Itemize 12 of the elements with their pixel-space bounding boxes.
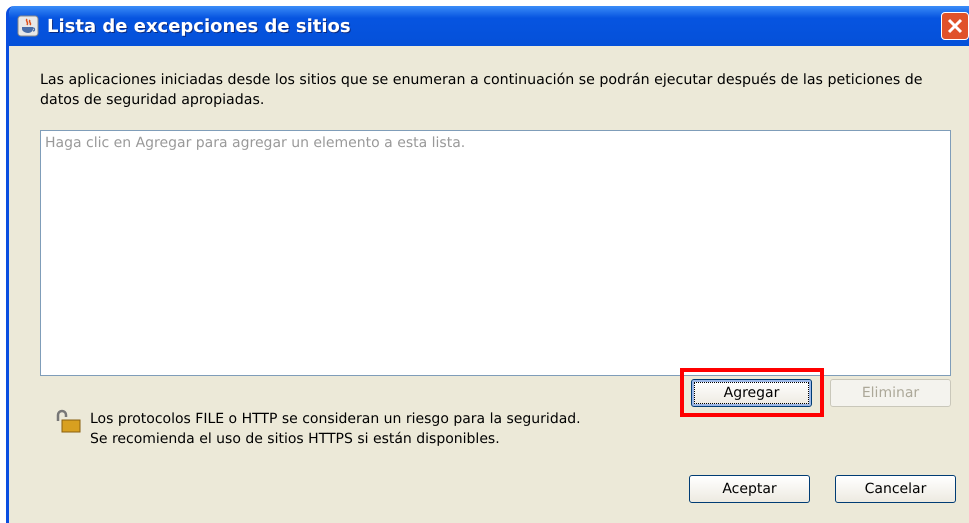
warning-text: Se recomienda el uso de sitios HTTPS si están disponibles. (90, 430, 501, 449)
padlock-icon (54, 409, 82, 435)
coffee-cup-icon (17, 15, 39, 37)
dialog-button[interactable]: Cancelar (835, 475, 956, 503)
close-icon (947, 18, 963, 34)
warning-text: Los protocolos FILE o HTTP se consideran un riesgo para la seguridad. (90, 410, 581, 429)
window-title: Lista de excepciones de sitios (47, 16, 351, 36)
close-button[interactable] (941, 12, 969, 40)
dialog-button[interactable]: Aceptar (689, 475, 810, 503)
list-placeholder: Haga clic en Agregar para agregar un elemento a esta lista. (45, 135, 466, 151)
description-text: Las aplicaciones iniciadas desde los sitios que se enumeran a continuación se podrán ejecutar después de las peticiones de datos de seguridad apropiadas. (40, 71, 924, 110)
list-button[interactable]: Agregar (691, 379, 812, 407)
